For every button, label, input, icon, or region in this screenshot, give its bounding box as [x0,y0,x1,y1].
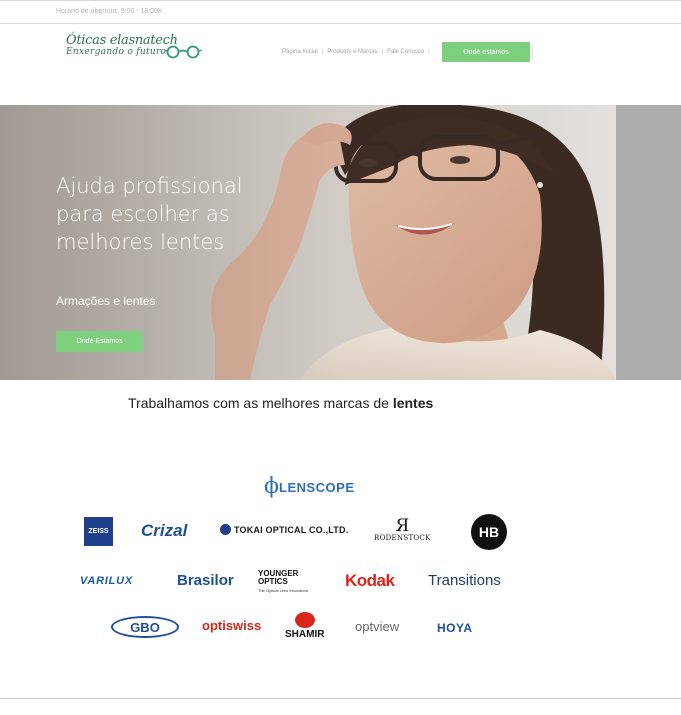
optiswiss-label: optiswiss [202,618,262,633]
brand-logo-zeiss: ZEISS [84,517,113,546]
top-info-bar: Horário de abertura: 9:00 - 18:00h [0,0,681,24]
brand-logo-optiswiss: optiswiss [202,618,261,633]
nav-item-home[interactable]: Página Inicial [278,49,322,55]
logo-tagline: Enxergando o futuro [66,47,167,57]
glasses-icon [164,45,202,59]
main-nav: Página Inicial | Produtos e Marcas | Fal… [278,49,430,55]
brand-logo-optview: optview [355,619,399,634]
hoya-label: HOYA [437,621,473,635]
nav-separator: | [428,49,430,55]
brand-logo-brasilor: Brasilor [177,572,234,589]
rodenstock-label: RODENSTOCK [374,534,431,542]
younger-label: YOUNGER OPTICS [258,569,299,586]
footer-divider [0,698,681,699]
transitions-label: Transitions [428,572,501,589]
optview-label: optview [355,619,400,634]
logo-brand-text: Óticas elasnatech [66,33,178,48]
brand-logo-hoya: HOYA [437,621,473,635]
shamir-icon [294,612,315,628]
varilux-label: VARILUX [80,575,134,587]
lenscope-icon: ϕ [264,474,279,499]
hb-label: HB [478,524,500,540]
site-header: Óticas elasnatech Enxergando o futuro Pá… [0,25,681,105]
brand-logo-hb: HB [471,514,507,550]
gbo-label: GBO [130,619,160,635]
hero-title: Ajuda profissional para escolher as melh… [56,174,243,254]
brand-logo-younger: YOUNGER OPTICS The Optical Lens Innovato… [258,569,309,594]
brands-heading-prefix: Trabalhamos com as melhores marcas de [128,395,389,411]
hero-banner: Ajuda profissional para escolher as melh… [0,105,681,380]
brand-logo-varilux: VARILUX [80,575,133,587]
opening-hours: Horário de abertura: 9:00 - 18:00h [56,8,162,15]
tokai-icon [220,524,231,535]
brand-logo-crizal: Crizal [141,521,187,541]
hero-where-button[interactable]: Onde Estamos [56,331,143,352]
younger-tagline: The Optical Lens Innovators [258,588,309,593]
zeiss-label: ZEISS [88,528,109,535]
brand-logo-rodenstock: Я RODENSTOCK [374,516,431,543]
brand-logo-lenscope: ϕ LENSCOPE [264,476,355,498]
brand-logo-kodak: Kodak [345,571,395,591]
rodenstock-icon: Я [395,516,410,536]
nav-divider [532,46,533,58]
hero-subtitle: Armações e lentes [56,294,156,308]
kodak-label: Kodak [345,571,395,590]
lenscope-label: LENSCOPE [279,479,355,495]
tokai-label: TOKAI OPTICAL CO.,LTD. [234,524,349,535]
nav-item-contact[interactable]: Fale Conosco [383,49,428,55]
shamir-label: SHAMIR [285,629,325,640]
brands-heading-bold: lentes [392,395,434,411]
nav-where-button[interactable]: Onde estamos [442,42,530,62]
brand-logo-gbo: GBO [111,616,179,638]
crizal-label: Crizal [141,521,188,540]
brasilor-label: Brasilor [177,572,234,589]
brand-logo-transitions: Transitions [428,572,501,589]
nav-item-products[interactable]: Produtos e Marcas [323,49,381,55]
brand-logo-shamir: SHAMIR [285,612,324,640]
site-logo[interactable]: Óticas elasnatech Enxergando o futuro [66,33,202,59]
brand-logo-tokai: TOKAI OPTICAL CO.,LTD. [220,524,348,535]
brands-heading: Trabalhamos com as melhores marcas de le… [128,395,433,411]
